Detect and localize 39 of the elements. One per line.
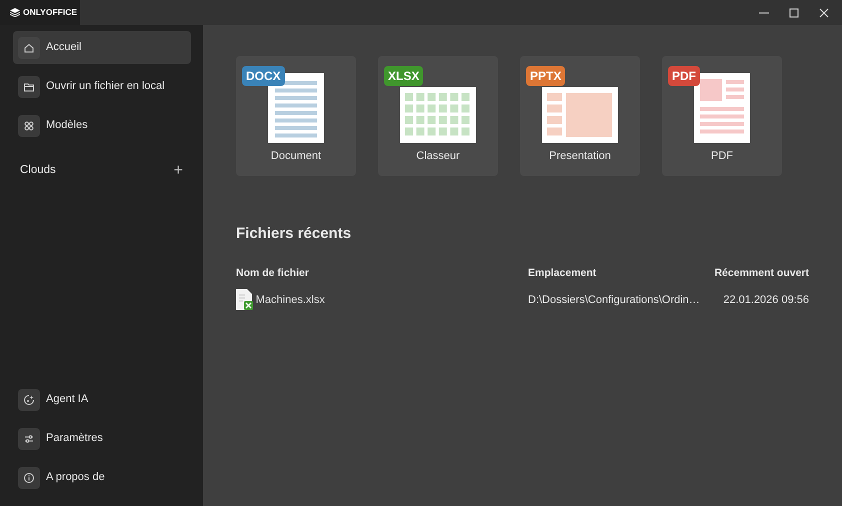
grid-icon — [23, 120, 35, 132]
pdf-document-drawing — [694, 73, 750, 143]
sparkle-icon — [23, 394, 35, 406]
card-label: Document — [270, 148, 322, 164]
section-label: Clouds — [20, 163, 56, 178]
new-file-card[interactable]: XLSX Classeur — [378, 56, 498, 176]
close-icon — [819, 8, 830, 18]
sidebar-item[interactable]: Accueil — [13, 31, 191, 64]
spreadsheet-file-icon — [236, 289, 253, 310]
file-type-badge: XLSX — [384, 66, 424, 86]
section-title: Fichiers récents — [236, 224, 352, 244]
card-label: PDF — [711, 148, 733, 164]
folder-icon — [23, 80, 35, 92]
location-cell-text: D:\Dossiers\Configurations\Ordin… — [528, 292, 700, 308]
sliders-icon — [23, 432, 35, 444]
new-file-card[interactable]: PPTX Presentation — [520, 56, 640, 176]
column-header: Nom de fichier — [236, 266, 310, 280]
sidebar-item[interactable]: Modèles — [13, 109, 191, 142]
file-type-badge: DOCX — [242, 66, 285, 86]
new-file-card[interactable]: PDF PDF — [662, 56, 782, 176]
home-icon — [23, 42, 35, 54]
sidebar-item[interactable]: Ouvrir un fichier en local — [13, 70, 191, 103]
maximize-icon — [789, 8, 800, 18]
sidebar-item[interactable]: Agent IA — [13, 383, 191, 416]
add-button[interactable]: + — [174, 162, 183, 179]
card-label: Presentation — [549, 148, 611, 164]
sidebar-item[interactable]: Paramètres — [13, 422, 191, 455]
card-label: Classeur — [416, 148, 460, 164]
column-header: Récemment ouvert — [713, 266, 809, 280]
date-cell-text: 22.01.2026 09:56 — [722, 292, 809, 308]
info-icon — [23, 472, 35, 484]
file-type-badge: PPTX — [526, 66, 566, 86]
file-name-link[interactable]: Machines.xlsx — [256, 292, 325, 308]
app-title: ONLYOFFICE — [23, 6, 77, 19]
file-type-badge: PDF — [668, 66, 700, 86]
sidebar-item[interactable]: A propos de — [13, 461, 191, 494]
new-file-card[interactable]: DOCX Document — [236, 56, 356, 176]
logo-icon — [10, 8, 20, 17]
column-header: Emplacement — [528, 266, 598, 280]
